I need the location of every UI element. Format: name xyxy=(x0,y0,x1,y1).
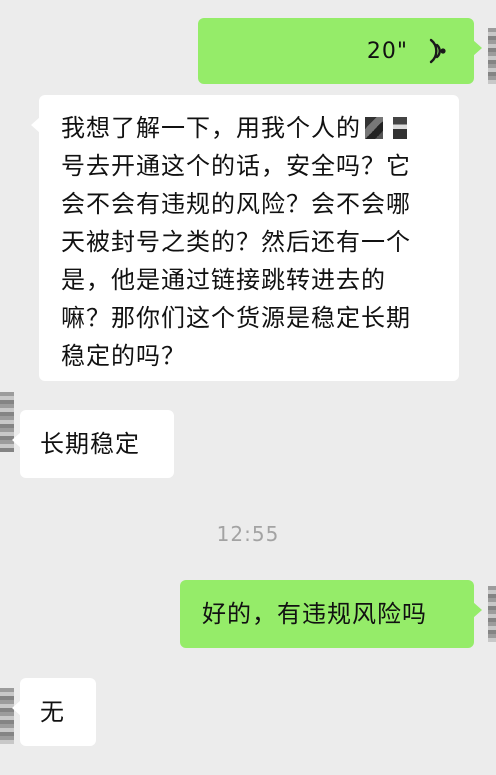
received-message-stable[interactable]: 长期稳定 xyxy=(12,410,174,478)
message-line: 我想了解一下，用我个人的 xyxy=(61,109,443,147)
message-line: 会不会有违规的风险？会不会哪 xyxy=(61,190,411,218)
avatar[interactable] xyxy=(488,28,496,84)
message-line: 天被封号之类的？然后还有一个 xyxy=(61,228,411,256)
voice-wave-icon xyxy=(429,38,446,64)
received-message-none[interactable]: 无 xyxy=(12,678,96,746)
chat-timestamp: 12:55 xyxy=(216,522,280,546)
avatar[interactable] xyxy=(488,586,496,642)
redacted-mosaic xyxy=(365,117,383,139)
message-text: 好的，有违规风险吗 xyxy=(202,600,427,628)
message-line: 是，他是通过链接跳转进去的 xyxy=(61,266,386,294)
message-line: 嘛？那你们这个货源是稳定长期 xyxy=(61,304,411,332)
message-line: 稳定的吗？ xyxy=(61,342,186,370)
received-message-question[interactable]: 我想了解一下，用我个人的 号去开通这个的话，安全吗？它 会不会有违规的风险？会不… xyxy=(31,95,459,381)
message-line: 号去开通这个的话，安全吗？它 xyxy=(61,152,411,180)
avatar[interactable] xyxy=(0,688,14,744)
sent-message-ok[interactable]: 好的，有违规风险吗 xyxy=(180,580,482,648)
voice-message-bubble[interactable]: 20" xyxy=(198,18,482,84)
redacted-mosaic xyxy=(393,117,407,139)
message-text: 长期稳定 xyxy=(40,430,140,458)
voice-duration: 20" xyxy=(366,38,408,64)
message-text: 无 xyxy=(40,698,65,726)
